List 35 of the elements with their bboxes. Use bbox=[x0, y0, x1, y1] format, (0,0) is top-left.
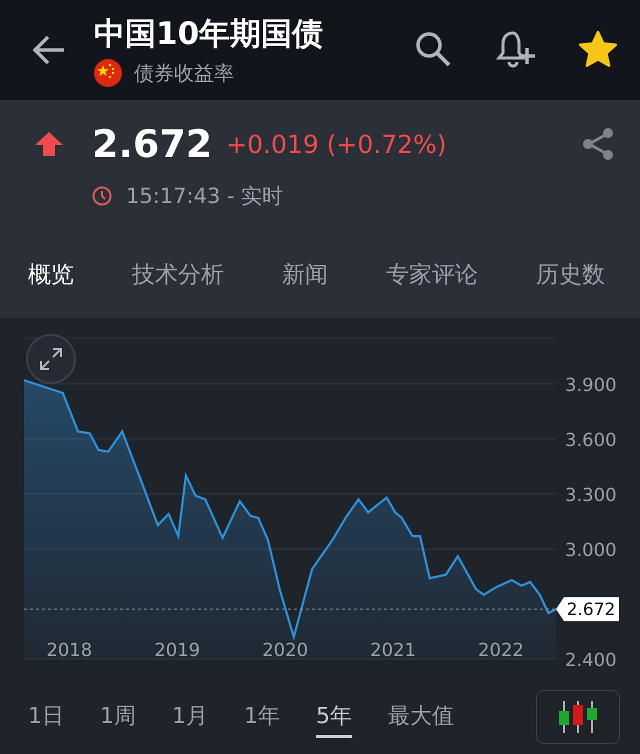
range-tab[interactable]: 最大值 bbox=[388, 696, 454, 738]
x-axis-label: 2021 bbox=[370, 640, 416, 661]
range-tab[interactable]: 1月 bbox=[172, 696, 208, 738]
y-axis-label: 3.300 bbox=[565, 484, 617, 506]
x-axis-label: 2020 bbox=[262, 640, 308, 661]
range-tab[interactable]: 1日 bbox=[28, 696, 64, 738]
range-tab[interactable]: 1周 bbox=[100, 696, 136, 738]
expand-button[interactable] bbox=[26, 334, 76, 384]
tab[interactable]: 技术分析 bbox=[132, 258, 224, 290]
range-tab[interactable]: 5年 bbox=[316, 696, 352, 738]
y-axis-label: 3.000 bbox=[565, 540, 617, 561]
tab[interactable]: 新闻 bbox=[282, 258, 328, 290]
price-change: +0.019 (+0.72%) bbox=[226, 130, 448, 158]
y-axis-label: 3.900 bbox=[565, 374, 617, 396]
clock-icon bbox=[92, 186, 112, 206]
flag-icon bbox=[94, 59, 122, 87]
tab[interactable]: 专家评论 bbox=[386, 258, 478, 290]
current-value-line: 2.672 bbox=[24, 597, 619, 622]
share-icon[interactable] bbox=[580, 126, 616, 162]
update-time: 15:17:43 - 实时 bbox=[126, 183, 284, 210]
price-value: 2.672 bbox=[92, 122, 212, 166]
y-axis-label: 2.400 bbox=[565, 650, 617, 671]
y-axis-label: 3.600 bbox=[565, 430, 617, 451]
candlestick-button[interactable] bbox=[536, 690, 620, 744]
bond-title: 中国10年期国债 bbox=[94, 15, 324, 54]
tab[interactable]: 概览 bbox=[28, 258, 74, 290]
ref-line-label: 2.672 bbox=[566, 600, 616, 620]
candlestick-icon bbox=[556, 699, 600, 735]
x-axis-label: 2022 bbox=[478, 640, 524, 661]
bond-type: 债券收益率 bbox=[134, 60, 234, 86]
tab[interactable]: 历史数 bbox=[536, 258, 605, 290]
range-tab[interactable]: 1年 bbox=[244, 696, 280, 738]
x-axis-label: 2019 bbox=[154, 640, 200, 661]
x-axis-label: 2018 bbox=[46, 640, 92, 661]
expand-icon bbox=[39, 347, 63, 371]
